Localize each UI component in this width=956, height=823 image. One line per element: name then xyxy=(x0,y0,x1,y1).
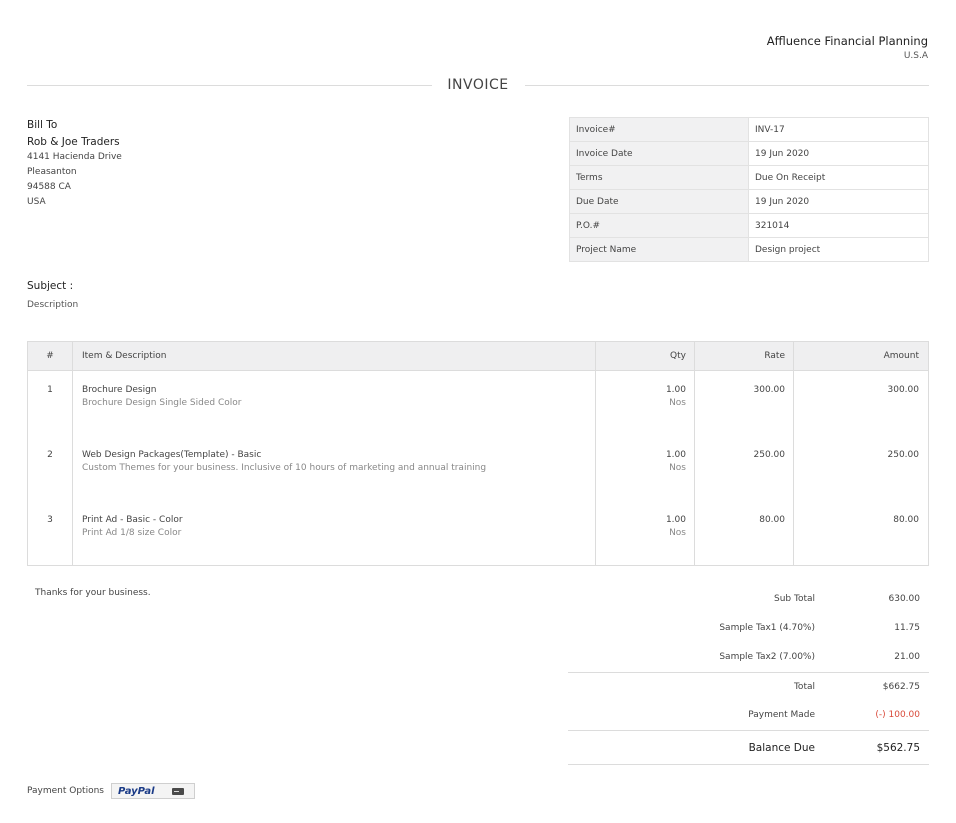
meta-label: P.O.# xyxy=(569,213,749,238)
item-description: Brochure Design Single Sided Color xyxy=(82,398,242,408)
paypal-logo: PayPal xyxy=(118,786,155,797)
meta-value: 19 Jun 2020 xyxy=(748,189,929,214)
row-amount: 80.00 xyxy=(893,515,919,525)
payment-options-label: Payment Options xyxy=(27,786,104,796)
subtotal-row: Sub Total 630.00 xyxy=(568,585,929,614)
balance-due-label: Balance Due xyxy=(748,742,815,754)
qty-unit: Nos xyxy=(669,463,686,473)
row-rate: 300.00 xyxy=(753,385,786,395)
row-item: Web Design Packages(Template) - Basic Cu… xyxy=(72,436,596,501)
payment-made-row: Payment Made (-) 100.00 xyxy=(568,701,929,730)
meta-value: Due On Receipt xyxy=(748,165,929,190)
item-name: Print Ad - Basic - Color xyxy=(82,515,183,525)
total-value: $662.75 xyxy=(882,682,920,692)
subject-label: Subject : xyxy=(27,280,74,292)
bill-to-address-line: Pleasanton xyxy=(27,167,77,177)
header-amount: Amount xyxy=(883,351,919,361)
meta-label: Due Date xyxy=(569,189,749,214)
meta-value: Design project xyxy=(748,237,929,262)
item-description: Print Ad 1/8 size Color xyxy=(82,528,182,538)
meta-row: P.O.# 321014 xyxy=(569,213,929,238)
row-rate: 250.00 xyxy=(753,450,786,460)
bill-to-address-line: 94588 CA xyxy=(27,182,71,192)
tax1-label: Sample Tax1 (4.70%) xyxy=(719,623,815,633)
subtotal-label: Sub Total xyxy=(773,594,815,604)
tax2-label: Sample Tax2 (7.00%) xyxy=(719,652,815,662)
tax1-value: 11.75 xyxy=(894,623,920,633)
row-number: 1 xyxy=(47,385,53,395)
row-item: Brochure Design Brochure Design Single S… xyxy=(72,371,596,436)
header-item: Item & Description xyxy=(82,351,167,361)
row-amount: 250.00 xyxy=(887,450,920,460)
total-row: Total $662.75 xyxy=(568,672,929,701)
item-name: Brochure Design xyxy=(82,385,157,395)
title-row: INVOICE xyxy=(27,77,929,93)
subject-block: Subject : Description xyxy=(27,280,78,310)
notes-text: Thanks for your business. xyxy=(35,588,151,598)
organization-name: Affluence Financial Planning xyxy=(766,34,928,48)
qty-unit: Nos xyxy=(669,398,686,408)
table-row: 2 Web Design Packages(Template) - Basic … xyxy=(28,436,928,501)
balance-due-row: Balance Due $562.75 xyxy=(568,730,929,765)
item-description: Custom Themes for your business. Inclusi… xyxy=(82,463,487,473)
tax2-row: Sample Tax2 (7.00%) 21.00 xyxy=(568,643,929,672)
tax2-value: 21.00 xyxy=(894,652,920,662)
meta-row: Project Name Design project xyxy=(569,237,929,262)
organization-header: Affluence Financial Planning U.S.A xyxy=(767,34,928,61)
row-qty: 1.00 Nos xyxy=(596,501,695,566)
bill-to-name: Rob & Joe Traders xyxy=(27,136,120,148)
meta-label: Invoice Date xyxy=(569,141,749,166)
row-rate: 80.00 xyxy=(759,515,785,525)
row-amount: 300.00 xyxy=(887,385,920,395)
header-number: # xyxy=(46,351,54,361)
meta-label: Terms xyxy=(569,165,749,190)
row-qty: 1.00 Nos xyxy=(596,371,695,436)
bill-to-label: Bill To xyxy=(27,119,58,131)
meta-row: Terms Due On Receipt xyxy=(569,165,929,190)
meta-row: Invoice# INV-17 xyxy=(569,117,929,142)
invoice-meta-table: Invoice# INV-17 Invoice Date 19 Jun 2020 T… xyxy=(569,117,929,262)
bill-to-address-line: 4141 Hacienda Drive xyxy=(27,152,122,162)
meta-label: Project Name xyxy=(569,237,749,262)
qty-value: 1.00 xyxy=(665,385,686,395)
payment-made-label: Payment Made xyxy=(748,710,815,720)
table-row: 1 Brochure Design Brochure Design Single… xyxy=(28,371,928,436)
organization-country: U.S.A xyxy=(903,51,928,61)
title-divider-right xyxy=(525,85,929,86)
subject-description: Description xyxy=(27,300,79,310)
meta-label: Invoice# xyxy=(569,117,749,142)
total-label: Total xyxy=(793,682,815,692)
row-number: 2 xyxy=(47,450,53,460)
subtotal-value: 630.00 xyxy=(888,594,921,604)
row-qty: 1.00 Nos xyxy=(596,436,695,501)
header-rate: Rate xyxy=(764,351,785,361)
paypal-button[interactable]: PayPal xyxy=(111,783,195,799)
balance-due-value: $562.75 xyxy=(876,742,920,754)
qty-unit: Nos xyxy=(669,528,686,538)
credit-card-icon xyxy=(172,788,184,795)
payment-made-value: (-) 100.00 xyxy=(875,710,920,720)
header-qty: Qty xyxy=(670,351,686,361)
meta-value: 19 Jun 2020 xyxy=(748,141,929,166)
qty-value: 1.00 xyxy=(665,450,686,460)
row-number: 3 xyxy=(47,515,53,525)
item-name: Web Design Packages(Template) - Basic xyxy=(82,450,262,460)
totals-block: Sub Total 630.00 Sample Tax1 (4.70%) 11.… xyxy=(568,585,929,765)
items-table: # Item & Description Qty Rate Amount 1 B… xyxy=(27,341,929,566)
row-item: Print Ad - Basic - Color Print Ad 1/8 si… xyxy=(72,501,596,566)
meta-row: Invoice Date 19 Jun 2020 xyxy=(569,141,929,166)
qty-value: 1.00 xyxy=(665,515,686,525)
meta-value: INV-17 xyxy=(748,117,929,142)
tax1-row: Sample Tax1 (4.70%) 11.75 xyxy=(568,614,929,643)
bill-to-address-line: USA xyxy=(27,197,46,207)
meta-row: Due Date 19 Jun 2020 xyxy=(569,189,929,214)
table-row: 3 Print Ad - Basic - Color Print Ad 1/8 … xyxy=(28,501,928,566)
meta-value: 321014 xyxy=(748,213,929,238)
bill-to-block: Bill To Rob & Joe Traders 4141 Hacienda … xyxy=(27,118,122,210)
